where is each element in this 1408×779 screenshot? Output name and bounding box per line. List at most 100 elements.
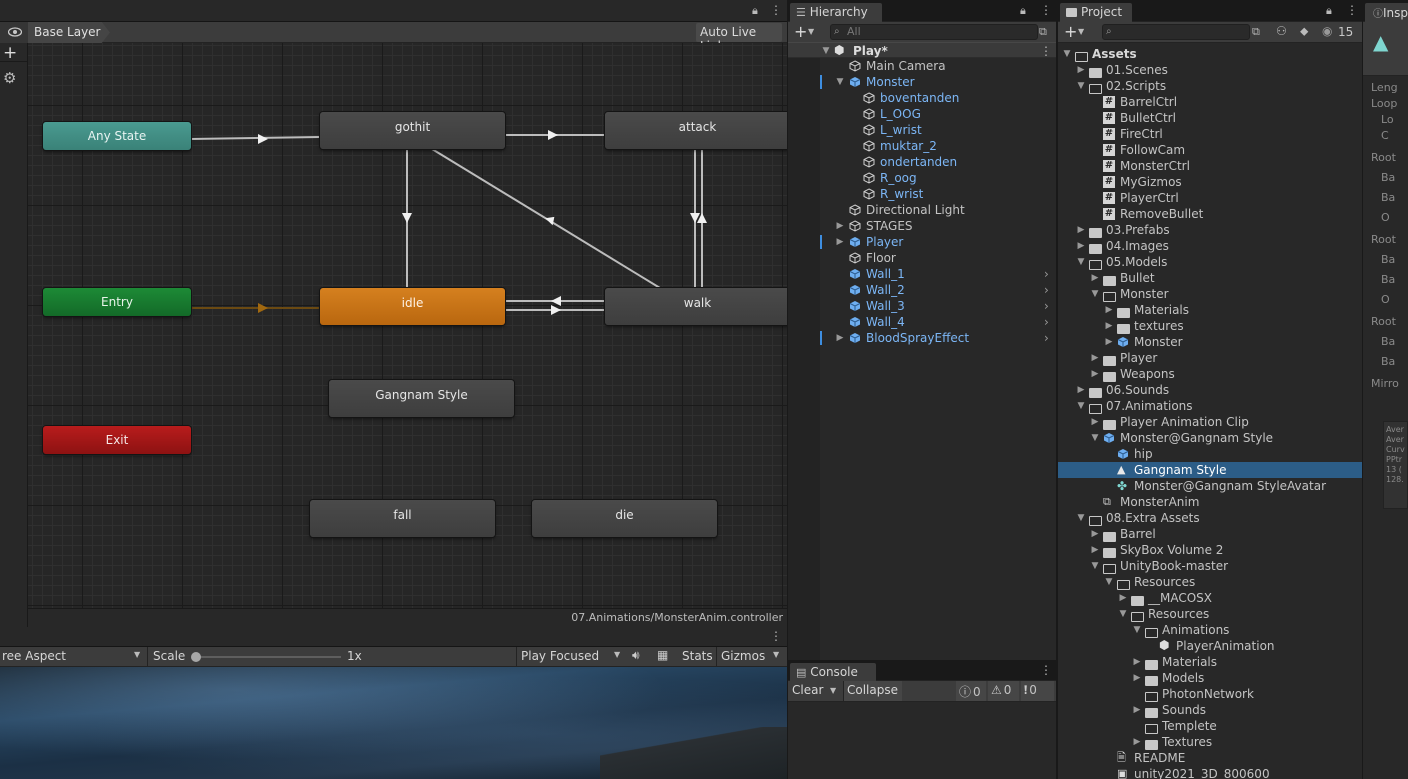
tab-project[interactable]: Project xyxy=(1060,3,1132,22)
lock-icon[interactable]: 🔒︎ xyxy=(752,4,758,18)
list-item[interactable]: ▼ Assets xyxy=(1058,46,1362,62)
more-menu-icon[interactable]: ⋮ xyxy=(770,3,782,17)
warning-filter-button[interactable]: ⚠︎ 0 xyxy=(988,681,1019,701)
list-item[interactable]: ondertanden xyxy=(788,154,1056,170)
list-item[interactable]: ▼ Monster xyxy=(1058,286,1362,302)
list-item[interactable]: ▶ BloodSprayEffect › xyxy=(788,330,1056,346)
list-item[interactable]: ▶ STAGES xyxy=(788,218,1056,234)
lock-icon[interactable]: 🔒︎ xyxy=(1020,4,1026,18)
list-item[interactable]: # RemoveBullet xyxy=(1058,206,1362,222)
chevron-right-icon[interactable]: › xyxy=(1044,282,1049,298)
list-item[interactable]: ▶ Models xyxy=(1058,670,1362,686)
tab-console[interactable]: ▤ Console xyxy=(790,663,876,682)
list-item[interactable]: 🗎︎ README xyxy=(1058,750,1362,766)
clear-button[interactable]: Clear xyxy=(792,683,823,697)
list-item[interactable]: # BulletCtrl xyxy=(1058,110,1362,126)
scene-row[interactable]: ▼ ⬢ Play* ⋮ xyxy=(788,42,1056,58)
state-exit[interactable]: Exit xyxy=(43,426,191,454)
list-item[interactable]: Templete xyxy=(1058,718,1362,734)
list-item[interactable]: ▶ Player xyxy=(788,234,1056,250)
speaker-icon[interactable]: 🔊︎ xyxy=(632,648,640,663)
list-item[interactable]: ▶ Sounds xyxy=(1058,702,1362,718)
eye-icon[interactable] xyxy=(0,22,28,43)
chevron-down-icon[interactable]: ▼ xyxy=(1078,27,1084,36)
list-item[interactable]: # PlayerCtrl xyxy=(1058,190,1362,206)
list-item[interactable]: ▶ SkyBox Volume 2 xyxy=(1058,542,1362,558)
list-item[interactable]: ▶ textures xyxy=(1058,318,1362,334)
list-item[interactable]: ▣ unity2021_3D_800600 xyxy=(1058,766,1362,779)
state-any-state[interactable]: Any State xyxy=(43,122,191,150)
state-walk[interactable]: walk xyxy=(605,288,787,325)
grid-icon[interactable]: ▦ xyxy=(657,648,668,662)
list-item[interactable]: ⬢ PlayerAnimation xyxy=(1058,638,1362,654)
chevron-down-icon[interactable]: ▼ xyxy=(808,27,814,36)
state-gothit[interactable]: gothit xyxy=(320,112,505,149)
list-item[interactable]: ▶ 06.Sounds xyxy=(1058,382,1362,398)
list-item[interactable]: hip xyxy=(1058,446,1362,462)
chevron-right-icon[interactable]: › xyxy=(1044,330,1049,346)
chevron-right-icon[interactable]: › xyxy=(1044,298,1049,314)
list-item[interactable]: ⧉ MonsterAnim xyxy=(1058,494,1362,510)
state-fall[interactable]: fall xyxy=(310,500,495,537)
list-item[interactable]: ▶ 01.Scenes xyxy=(1058,62,1362,78)
tag-icon[interactable]: ⬥ xyxy=(1300,24,1308,39)
project-search-input[interactable]: ⌕ xyxy=(1102,24,1250,40)
list-item[interactable]: ▶ Barrel xyxy=(1058,526,1362,542)
add-icon[interactable]: + xyxy=(1064,22,1077,41)
game-viewport[interactable] xyxy=(0,667,787,779)
list-item[interactable]: ▼ 08.Extra Assets xyxy=(1058,510,1362,526)
list-item[interactable]: # MonsterCtrl xyxy=(1058,158,1362,174)
search-options-icon[interactable]: ⧉ xyxy=(1039,25,1047,39)
list-item[interactable]: L_wrist xyxy=(788,122,1056,138)
list-item[interactable]: L_OOG xyxy=(788,106,1056,122)
list-item[interactable]: ▶ Bullet xyxy=(1058,270,1362,286)
tab-hierarchy[interactable]: ☰ Hierarchy xyxy=(790,3,882,22)
error-filter-button[interactable]: ❗︎ 0 xyxy=(1021,681,1054,701)
list-item[interactable]: Main Camera xyxy=(788,58,1056,74)
list-item[interactable]: Floor xyxy=(788,250,1056,266)
list-item[interactable]: ▼ UnityBook-master xyxy=(1058,558,1362,574)
list-item[interactable]: Directional Light xyxy=(788,202,1056,218)
list-item[interactable]: ▼ Monster xyxy=(788,74,1056,90)
list-item[interactable]: ▶ Materials xyxy=(1058,302,1362,318)
list-item[interactable]: R_wrist xyxy=(788,186,1056,202)
list-item[interactable]: ▶ Monster xyxy=(1058,334,1362,350)
auto-live-link-button[interactable]: Auto Live Link xyxy=(696,23,782,53)
list-item[interactable]: ▶ Weapons xyxy=(1058,366,1362,382)
list-item[interactable]: ▶ Materials xyxy=(1058,654,1362,670)
info-filter-button[interactable]: ⓘ 0 xyxy=(956,681,986,701)
list-item[interactable]: ▼ 05.Models xyxy=(1058,254,1362,270)
list-item[interactable]: # FireCtrl xyxy=(1058,126,1362,142)
more-menu-icon[interactable]: ⋮ xyxy=(1346,3,1358,17)
list-item[interactable]: PhotonNetwork xyxy=(1058,686,1362,702)
gizmos-dropdown[interactable]: Gizmos ▼ xyxy=(716,647,787,666)
search-options-icon[interactable]: ⧉ xyxy=(1252,25,1260,39)
list-item[interactable]: Wall_2 › xyxy=(788,282,1056,298)
list-item[interactable]: Wall_3 › xyxy=(788,298,1056,314)
list-item[interactable]: ▼ Animations xyxy=(1058,622,1362,638)
list-item[interactable]: R_oog xyxy=(788,170,1056,186)
list-item[interactable]: ▼ Monster@Gangnam Style xyxy=(1058,430,1362,446)
list-item[interactable]: ▼ Resources xyxy=(1058,606,1362,622)
list-item-selected[interactable]: ▲ Gangnam Style xyxy=(1058,462,1362,478)
state-die[interactable]: die xyxy=(532,500,717,537)
list-item[interactable]: ▼ 07.Animations xyxy=(1058,398,1362,414)
eye-icon[interactable]: ◉ xyxy=(1322,24,1332,38)
state-gangnam-style[interactable]: Gangnam Style xyxy=(329,380,514,417)
more-menu-icon[interactable]: ⋮ xyxy=(770,629,782,643)
lock-icon[interactable]: 🔒︎ xyxy=(1326,4,1332,18)
chevron-down-icon[interactable]: ▼ xyxy=(830,686,836,695)
more-menu-icon[interactable]: ⋮ xyxy=(1040,3,1052,17)
list-item[interactable]: muktar_2 xyxy=(788,138,1056,154)
list-item[interactable]: ✤ Monster@Gangnam StyleAvatar xyxy=(1058,478,1362,494)
add-icon[interactable]: + xyxy=(794,22,807,41)
tab-inspector[interactable]: ⓘInsp xyxy=(1365,3,1408,22)
list-item[interactable]: ▶ Player Animation Clip xyxy=(1058,414,1362,430)
list-item[interactable]: Wall_4 › xyxy=(788,314,1056,330)
list-item[interactable]: ▶ Player xyxy=(1058,350,1362,366)
list-item[interactable]: ▶ 03.Prefabs xyxy=(1058,222,1362,238)
state-attack[interactable]: attack xyxy=(605,112,787,149)
aspect-dropdown[interactable]: ree Aspect ▼ xyxy=(0,647,147,666)
state-entry[interactable]: Entry xyxy=(43,288,191,316)
list-item[interactable]: Wall_1 › xyxy=(788,266,1056,282)
